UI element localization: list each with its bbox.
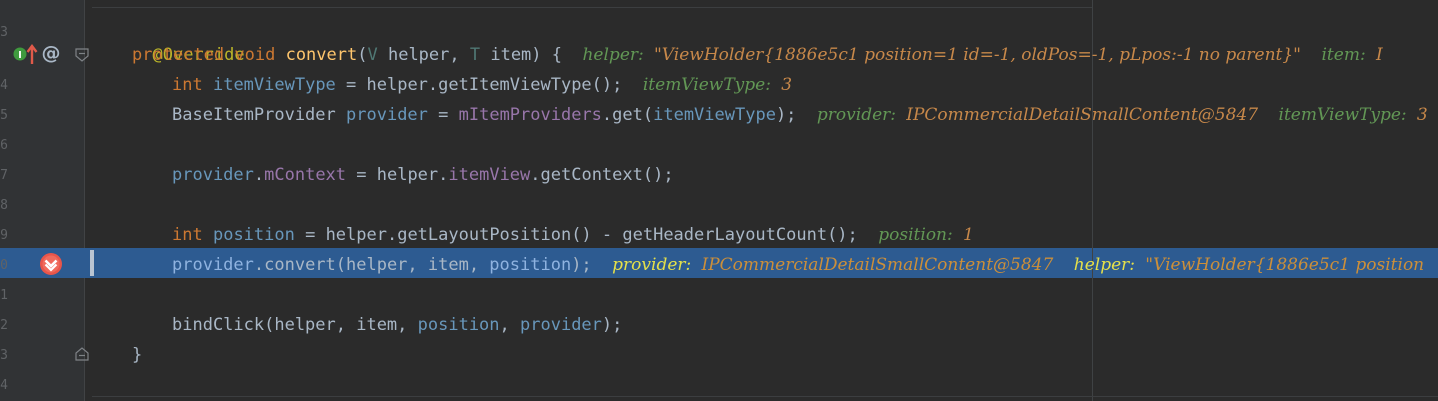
code-line-bind-click[interactable]: bindClick(helper, item, position, provid…: [172, 310, 622, 340]
code-text: =: [427, 105, 459, 125]
code-text: ,: [499, 315, 521, 335]
line-number: 1: [0, 288, 8, 303]
line-number: 2: [0, 318, 8, 333]
method-name: convert: [285, 45, 358, 65]
line-number: 3: [0, 25, 8, 40]
debug-hint-value: IPCommercialDetailSmallContent@5847: [906, 105, 1259, 125]
svg-text:@: @: [42, 42, 61, 64]
code-text: helper,: [377, 45, 470, 65]
local-variable: position: [417, 315, 500, 335]
debug-hint-value: I: [1375, 45, 1383, 65]
local-variable: provider: [346, 105, 428, 125]
local-variable: position: [212, 225, 295, 245]
code-line-provider[interactable]: BaseItemProvider provider = mItemProvide…: [172, 100, 1428, 130]
class-name: BaseItemProvider: [172, 105, 336, 125]
fold-icon[interactable]: [74, 346, 90, 367]
line-number: 4: [0, 78, 8, 93]
field: mContext: [264, 165, 347, 185]
code-text: = helper.getItemViewType();: [335, 75, 623, 95]
debug-hint-name: provider:: [612, 255, 692, 275]
code-text: item) {: [480, 45, 562, 65]
line-number: 5: [0, 108, 8, 123]
local-variable: itemViewType: [212, 75, 336, 95]
code-line-item-view-type[interactable]: int itemViewType = helper.getItemViewTyp…: [172, 70, 792, 100]
code-text: );: [571, 255, 592, 275]
debug-hint-name: provider:: [816, 105, 896, 125]
code-line-method-signature[interactable]: protected void convert(V helper, T item)…: [132, 40, 1383, 70]
code-text: = helper.: [346, 165, 449, 185]
local-variable: provider: [520, 315, 602, 335]
debug-hint-name: item:: [1321, 45, 1366, 65]
code-text: (: [357, 45, 368, 65]
local-variable: provider: [172, 165, 254, 185]
method-separator-bottom: [92, 396, 1438, 397]
debug-hint-name: helper:: [1073, 255, 1136, 275]
fold-icon[interactable]: [74, 47, 90, 68]
type-param: T: [469, 45, 481, 65]
field: mItemProviders: [458, 105, 602, 125]
keyword: void: [234, 45, 276, 65]
local-variable: itemViewType: [653, 105, 776, 125]
debug-hint-value: IPCommercialDetailSmallContent@5847: [701, 255, 1054, 275]
code-line-provider-convert-current[interactable]: provider.convert(helper, item, position)…: [172, 250, 1424, 280]
field: itemView: [448, 165, 531, 185]
keyword: int: [172, 75, 203, 95]
code-text: .convert(helper, item,: [253, 255, 490, 275]
keyword: protected: [132, 45, 225, 65]
line-number: 6: [0, 138, 8, 153]
local-variable: position: [489, 255, 572, 275]
line-number: 4: [0, 378, 8, 393]
debug-hint-value: 1: [962, 225, 974, 245]
closing-brace: }: [132, 345, 143, 365]
line-number: 9: [0, 228, 8, 243]
code-line-closing-brace[interactable]: }: [132, 340, 142, 370]
debug-hint-value: "ViewHolder{1886e5c1 position=1 id=-1, o…: [653, 45, 1302, 65]
debug-hint-name: itemViewType:: [642, 75, 771, 95]
code-text: = helper.getLayoutPosition() - getHeader…: [294, 225, 858, 245]
code-text: bindClick(helper, item,: [172, 315, 418, 335]
method-separator-top: [92, 7, 1092, 8]
code-line-position[interactable]: int position = helper.getLayoutPosition(…: [172, 220, 974, 250]
code-text: .: [253, 165, 265, 185]
local-variable: provider: [172, 255, 254, 275]
at-sign-icon[interactable]: @: [40, 41, 62, 70]
type-param: V: [367, 45, 378, 65]
debug-hint-value: "ViewHolder{1886e5c1 position: [1145, 255, 1425, 275]
debug-hint-name: itemViewType:: [1278, 105, 1407, 125]
line-number: 3: [0, 348, 8, 363]
line-number: 0: [0, 258, 8, 273]
line-number: 8: [0, 198, 8, 213]
line-number: 7: [0, 168, 8, 183]
debug-hint-name: position:: [878, 225, 953, 245]
code-line-override[interactable]: @Override: [132, 10, 244, 65]
implements-arrow-icon[interactable]: I: [13, 43, 39, 70]
debug-hint-value: 3: [781, 75, 793, 95]
code-text: .get(: [601, 105, 654, 125]
debug-hint-value: 3: [1416, 105, 1428, 125]
caret-line-marker: [90, 250, 94, 276]
code-text: );: [775, 105, 797, 125]
svg-text:I: I: [18, 50, 22, 61]
code-line-context[interactable]: provider.mContext = helper.itemView.getC…: [172, 160, 674, 190]
code-text: );: [601, 315, 623, 335]
breakpoint-icon[interactable]: [39, 252, 63, 281]
keyword: int: [172, 225, 203, 245]
debug-hint-name: helper:: [582, 45, 644, 65]
code-text: .getContext();: [530, 165, 674, 185]
